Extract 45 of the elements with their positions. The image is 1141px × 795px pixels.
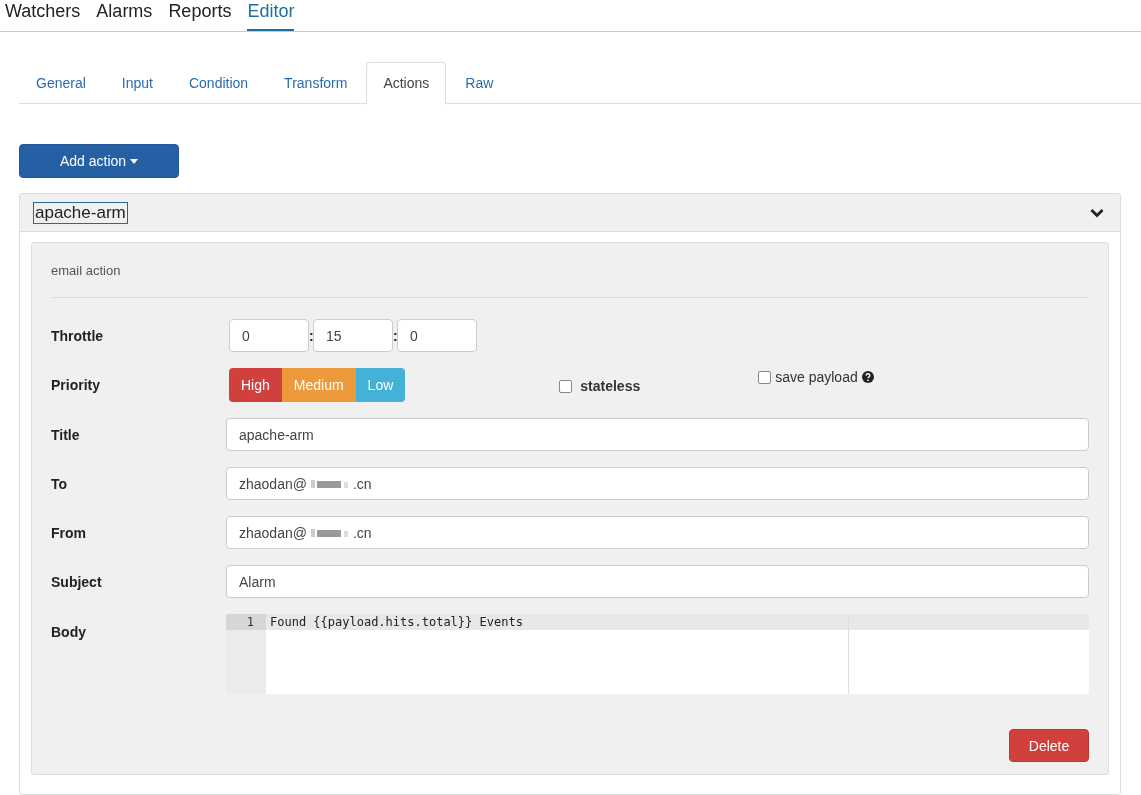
field-label: Subject <box>51 573 103 590</box>
tab[interactable]: Condition <box>171 62 266 103</box>
action-name: apache-arm <box>33 201 128 224</box>
caret-icon <box>130 158 139 164</box>
email-start: zhaodan@ <box>239 475 307 492</box>
line-number: 1 <box>226 614 266 630</box>
add-action-button[interactable]: Add action <box>19 144 179 178</box>
separator: : <box>309 327 313 344</box>
throttle-field[interactable]: 0 <box>229 319 309 352</box>
field-label: From <box>51 524 87 541</box>
email-field[interactable]: zhaodan@ .cn <box>226 516 1089 549</box>
nav-link[interactable]: Alarms <box>96 0 153 31</box>
field-label: Title <box>51 426 81 443</box>
chevron-icon[interactable] <box>1090 207 1104 218</box>
email-start: zhaodan@ <box>239 524 307 541</box>
tab[interactable]: Transform <box>267 62 365 103</box>
tab[interactable]: Actions <box>366 62 447 105</box>
nav-link[interactable]: Reports <box>168 0 232 31</box>
email-end: .cn <box>352 475 372 492</box>
email-end: .cn <box>352 524 372 541</box>
help-icon[interactable] <box>861 371 874 383</box>
field-label: To <box>51 475 69 492</box>
field-label: Throttle <box>51 327 105 344</box>
email-field[interactable]: zhaodan@ .cn <box>226 467 1089 500</box>
tab[interactable]: General <box>19 62 103 103</box>
priority-button[interactable]: High <box>229 368 282 402</box>
action-type: email action <box>51 243 1089 298</box>
checkbox-label: save payload <box>775 369 858 385</box>
nav-link[interactable]: Editor <box>247 0 295 31</box>
panel-header[interactable]: apache-arm <box>20 194 1120 232</box>
delete-button[interactable]: Delete <box>1009 729 1089 762</box>
text-field[interactable]: Alarm <box>226 565 1089 598</box>
throttle-field[interactable]: 15 <box>313 319 393 352</box>
checkbox[interactable] <box>559 379 573 393</box>
nav-link[interactable]: Watchers <box>5 0 81 31</box>
field-label: Priority <box>51 377 101 393</box>
code-editor[interactable]: 1 Found {{payload.hits.total}} Events <box>226 614 1089 694</box>
field-label: Body <box>51 624 87 640</box>
separator: : <box>393 327 397 344</box>
text-field[interactable]: apache-arm <box>226 418 1089 451</box>
checkbox[interactable] <box>758 370 772 384</box>
tab[interactable]: Input <box>104 62 170 103</box>
checkbox-label: stateless <box>580 378 641 394</box>
throttle-field[interactable]: 0 <box>397 319 477 352</box>
tab[interactable]: Raw <box>448 62 511 103</box>
